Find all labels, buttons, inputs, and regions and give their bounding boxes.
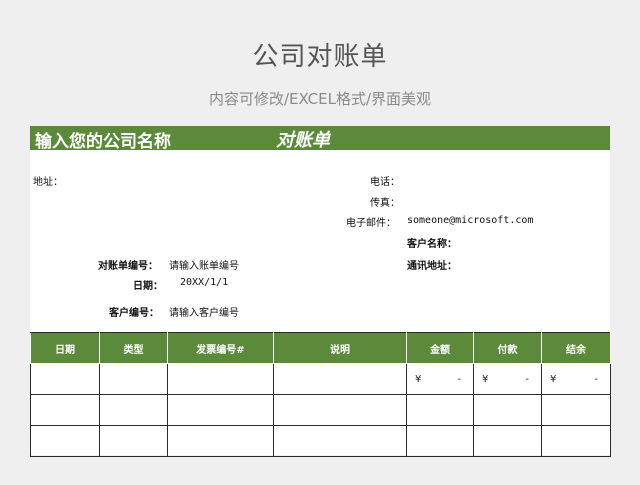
statement-title: 对账单	[276, 130, 330, 151]
cell-amount[interactable]	[406, 394, 474, 426]
ledger-header-row: 日期 类型 发票编号# 说明 金额 付款 结余	[30, 332, 611, 364]
table-row	[30, 394, 611, 426]
mailing-address-label: 通讯地址：	[407, 261, 457, 272]
cell-type[interactable]	[99, 363, 168, 395]
currency-symbol: ¥	[415, 373, 422, 385]
cell-amount[interactable]	[406, 425, 474, 457]
column-header-date: 日期	[30, 332, 100, 364]
cell-balance[interactable]	[541, 425, 611, 457]
address-label: 地址：	[33, 177, 63, 188]
cell-date[interactable]	[30, 394, 100, 426]
date-value[interactable]: 20XX/1/1	[180, 277, 228, 288]
customer-number-value[interactable]: 请输入客户编号	[169, 304, 239, 319]
currency-symbol: ¥	[550, 373, 557, 385]
cell-balance[interactable]	[541, 394, 611, 426]
page-title: 公司对账单	[252, 42, 388, 72]
header-banner: 输入您的公司名称 对账单	[30, 126, 610, 152]
cell-date[interactable]	[30, 425, 100, 457]
cell-date[interactable]	[30, 363, 100, 395]
cell-balance[interactable]: ¥ -	[541, 363, 611, 395]
statement-sheet: 输入您的公司名称 对账单 地址： 电话： 传真： 电子邮件： someone@m…	[30, 126, 611, 457]
customer-number-label: 客户编号：	[109, 308, 159, 319]
cell-payment[interactable]	[473, 394, 542, 426]
customer-name-label: 客户名称：	[407, 239, 457, 250]
page-subtitle: 内容可修改/EXCEL格式/界面美观	[208, 90, 432, 108]
payment-value: -	[525, 373, 529, 385]
currency-symbol: ¥	[482, 373, 489, 385]
phone-label: 电话：	[370, 177, 400, 188]
table-row: ¥ - ¥ - ¥ -	[30, 363, 611, 395]
amount-value: -	[457, 373, 461, 385]
cell-invoice[interactable]	[167, 363, 274, 395]
ledger-table: 日期 类型 发票编号# 说明 金额 付款 结余 ¥ - ¥ - ¥ -	[30, 332, 611, 457]
cell-type[interactable]	[99, 394, 168, 426]
cell-type[interactable]	[99, 425, 168, 457]
balance-value: -	[594, 373, 598, 385]
column-header-amount: 金额	[406, 332, 474, 364]
date-label: 日期：	[133, 281, 163, 292]
column-header-type: 类型	[99, 332, 168, 364]
fax-label: 传真：	[370, 198, 400, 209]
cell-amount[interactable]: ¥ -	[406, 363, 474, 395]
company-name[interactable]: 输入您的公司名称	[35, 127, 171, 152]
cell-invoice[interactable]	[167, 394, 274, 426]
column-header-balance: 结余	[541, 332, 611, 364]
cell-payment[interactable]: ¥ -	[473, 363, 542, 395]
cell-description[interactable]	[273, 363, 407, 395]
cell-description[interactable]	[273, 425, 407, 457]
statement-number-label: 对账单编号：	[98, 261, 158, 272]
cell-invoice[interactable]	[167, 425, 274, 457]
email-value[interactable]: someone@microsoft.com	[407, 215, 533, 226]
column-header-invoice-number: 发票编号#	[167, 332, 274, 364]
statement-number-value[interactable]: 请输入账单编号	[169, 257, 239, 272]
column-header-description: 说明	[273, 332, 407, 364]
cell-description[interactable]	[273, 394, 407, 426]
email-label: 电子邮件：	[346, 218, 396, 229]
table-row	[30, 425, 611, 457]
cell-payment[interactable]	[473, 425, 542, 457]
column-header-payment: 付款	[473, 332, 542, 364]
